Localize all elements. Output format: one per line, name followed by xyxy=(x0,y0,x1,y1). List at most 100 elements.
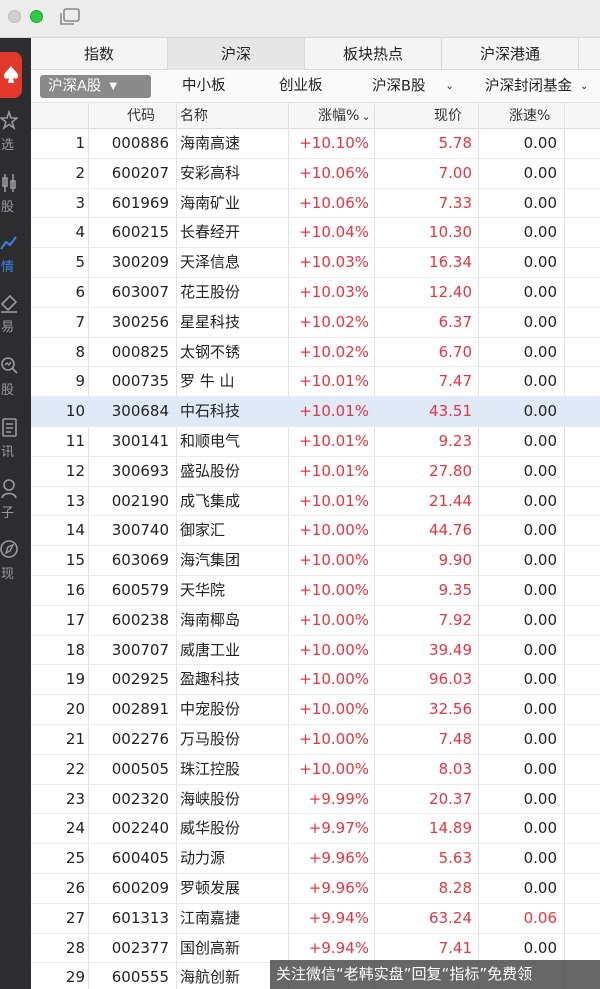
table-row[interactable]: 15 603069 海汽集团 +10.00% 9.90 0.00 xyxy=(31,546,600,576)
row-index: 13 xyxy=(65,491,85,510)
stock-name: 星星科技 xyxy=(180,312,241,331)
current-price: 9.90 xyxy=(438,551,472,570)
table-row[interactable]: 10 300684 中石科技 +10.01% 43.51 0.00 xyxy=(31,397,600,427)
stock-name: 御家汇 xyxy=(180,521,226,540)
stock-code: 600405 xyxy=(111,849,169,868)
sidebar-item-5[interactable]: 股 xyxy=(0,351,31,411)
table-row[interactable]: 25 600405 动力源 +9.96% 5.63 0.00 xyxy=(31,844,600,874)
change-pct: +10.00% xyxy=(299,610,369,629)
row-index: 4 xyxy=(75,223,85,242)
stock-code: 002891 xyxy=(111,700,169,719)
table-row[interactable]: 14 300740 御家汇 +10.00% 44.76 0.00 xyxy=(31,516,600,547)
change-speed: 0.00 xyxy=(523,491,557,510)
chevron-down-icon: ▼ xyxy=(109,81,118,92)
row-index: 10 xyxy=(65,402,85,421)
chevron-down-icon: ⌄ xyxy=(445,81,454,92)
change-speed: 0.00 xyxy=(523,432,557,450)
table-row[interactable]: 16 600579 天华院 +10.00% 9.35 0.00 xyxy=(31,576,600,606)
stock-code: 603007 xyxy=(111,283,169,301)
current-price: 10.30 xyxy=(429,223,472,242)
table-row[interactable]: 9 000735 罗 牛 山 +10.01% 7.47 0.00 xyxy=(31,367,600,398)
tab-stock-connect[interactable]: 沪深港通 xyxy=(442,38,579,70)
change-pct: +10.00% xyxy=(299,759,369,778)
col-header-change-pct-label: 涨幅% xyxy=(318,108,360,124)
change-pct: +10.06% xyxy=(299,163,369,182)
table-row[interactable]: 13 002190 成飞集成 +10.01% 21.44 0.00 xyxy=(31,487,600,517)
row-index: 7 xyxy=(75,312,85,331)
stock-code: 601969 xyxy=(111,193,169,212)
change-speed: 0.06 xyxy=(523,908,557,927)
change-speed: 0.00 xyxy=(523,819,557,838)
row-index: 21 xyxy=(65,730,85,748)
table-row[interactable]: 20 002891 中宠股份 +10.00% 32.56 0.00 xyxy=(31,695,600,725)
stock-name: 罗顿发展 xyxy=(180,879,241,897)
current-price: 44.76 xyxy=(429,521,472,540)
sidebar-item-label: 现 xyxy=(1,567,15,582)
sidebar-item-7[interactable]: 子 xyxy=(0,474,31,534)
stock-code: 600579 xyxy=(111,581,169,599)
stock-code: 002190 xyxy=(111,491,169,510)
sidebar-item-8[interactable]: 现 xyxy=(0,535,31,595)
table-row[interactable]: 26 600209 罗顿发展 +9.96% 8.28 0.00 xyxy=(31,874,600,904)
close-window-button[interactable] xyxy=(8,10,21,23)
stock-code: 300707 xyxy=(111,640,169,659)
stock-name: 万马股份 xyxy=(180,730,241,748)
subtab-b-shares[interactable]: 沪深B股 ⌄ xyxy=(372,75,454,98)
subtab-sme-board[interactable]: 中小板 xyxy=(182,75,226,98)
change-pct: +10.03% xyxy=(299,253,369,272)
sidebar-item-6[interactable]: 讯 xyxy=(0,413,31,473)
table-row[interactable]: 4 600215 长春经开 +10.04% 10.30 0.00 xyxy=(31,218,600,249)
sidebar-item-2[interactable]: 股 xyxy=(0,168,31,228)
stock-code: 000886 xyxy=(111,134,169,152)
table-row[interactable]: 3 601969 海南矿业 +10.06% 7.33 0.00 xyxy=(31,189,600,219)
table-row[interactable]: 2 600207 安彩高科 +10.06% 7.00 0.00 xyxy=(31,159,600,189)
subtab-closed-funds[interactable]: 沪深封闭基金 ⌄ xyxy=(485,75,588,98)
table-row[interactable]: 12 300693 盛弘股份 +10.01% 27.80 0.00 xyxy=(31,457,600,487)
stock-code: 601313 xyxy=(111,908,169,927)
table-row[interactable]: 18 300707 威唐工业 +10.00% 39.49 0.00 xyxy=(31,636,600,666)
change-speed: 0.00 xyxy=(523,253,557,272)
table-row[interactable]: 24 002240 威华股份 +9.97% 14.89 0.00 xyxy=(31,814,600,845)
table-row[interactable]: 19 002925 盈趣科技 +10.00% 96.03 0.00 xyxy=(31,665,600,696)
sidebar-item-4[interactable]: 易 xyxy=(0,288,31,348)
window-layout-icon[interactable] xyxy=(59,7,81,27)
sidebar-item-1[interactable]: 选 xyxy=(0,106,31,166)
current-price: 16.34 xyxy=(429,253,472,272)
table-row[interactable]: 23 002320 海峡股份 +9.99% 20.37 0.00 xyxy=(31,785,600,815)
current-price: 14.89 xyxy=(429,819,472,838)
zoom-window-button[interactable] xyxy=(30,10,43,23)
table-row[interactable]: 8 000825 太钢不锈 +10.02% 6.70 0.00 xyxy=(31,338,600,368)
change-speed: 0.00 xyxy=(523,342,557,361)
tab-sector-hotspot[interactable]: 板块热点 xyxy=(305,38,442,70)
change-speed: 0.00 xyxy=(523,283,557,301)
table-row[interactable]: 17 600238 海南椰岛 +10.00% 7.92 0.00 xyxy=(31,606,600,636)
stock-code: 600207 xyxy=(111,163,169,182)
col-header-change-pct[interactable]: 涨幅% ⌄ xyxy=(318,103,371,129)
app-logo[interactable] xyxy=(0,52,22,98)
subtab-a-shares[interactable]: 沪深A股 ▼ xyxy=(40,75,151,98)
tab-index[interactable]: 指数 xyxy=(31,38,168,70)
table-row[interactable]: 28 002377 国创高新 +9.94% 7.41 0.00 xyxy=(31,934,600,964)
candlestick-icon xyxy=(2,174,16,192)
col-header-price[interactable]: 现价 xyxy=(434,103,462,129)
table-row[interactable]: 5 300209 天泽信息 +10.03% 16.34 0.00 xyxy=(31,248,600,278)
stock-name: 江南嘉捷 xyxy=(180,908,241,927)
table-row[interactable]: 27 601313 江南嘉捷 +9.94% 63.24 0.06 xyxy=(31,904,600,934)
table-row[interactable]: 22 000505 珠江控股 +10.00% 8.03 0.00 xyxy=(31,755,600,785)
row-index: 12 xyxy=(65,461,85,480)
table-row[interactable]: 21 002276 万马股份 +10.00% 7.48 0.00 xyxy=(31,725,600,755)
tab-shanghai-shenzhen[interactable]: 沪深 xyxy=(168,38,305,70)
stock-code: 002240 xyxy=(111,819,169,838)
table-row[interactable]: 6 603007 花王股份 +10.03% 12.40 0.00 xyxy=(31,278,600,308)
window-titlebar xyxy=(0,0,600,38)
sidebar-item-3[interactable]: 情 xyxy=(0,228,31,288)
change-pct: +10.00% xyxy=(299,670,369,689)
col-header-speed[interactable]: 涨速% xyxy=(509,103,550,129)
table-row[interactable]: 7 300256 星星科技 +10.02% 6.37 0.00 xyxy=(31,308,600,338)
change-pct: +10.01% xyxy=(299,372,369,391)
subtab-growth-board[interactable]: 创业板 xyxy=(279,75,323,98)
col-header-code[interactable]: 代码 xyxy=(127,103,155,129)
table-row[interactable]: 1 000886 海南高速 +10.10% 5.78 0.00 xyxy=(31,129,600,159)
col-header-name[interactable]: 名称 xyxy=(180,103,208,129)
table-row[interactable]: 11 300141 和顺电气 +10.01% 9.23 0.00 xyxy=(31,427,600,457)
